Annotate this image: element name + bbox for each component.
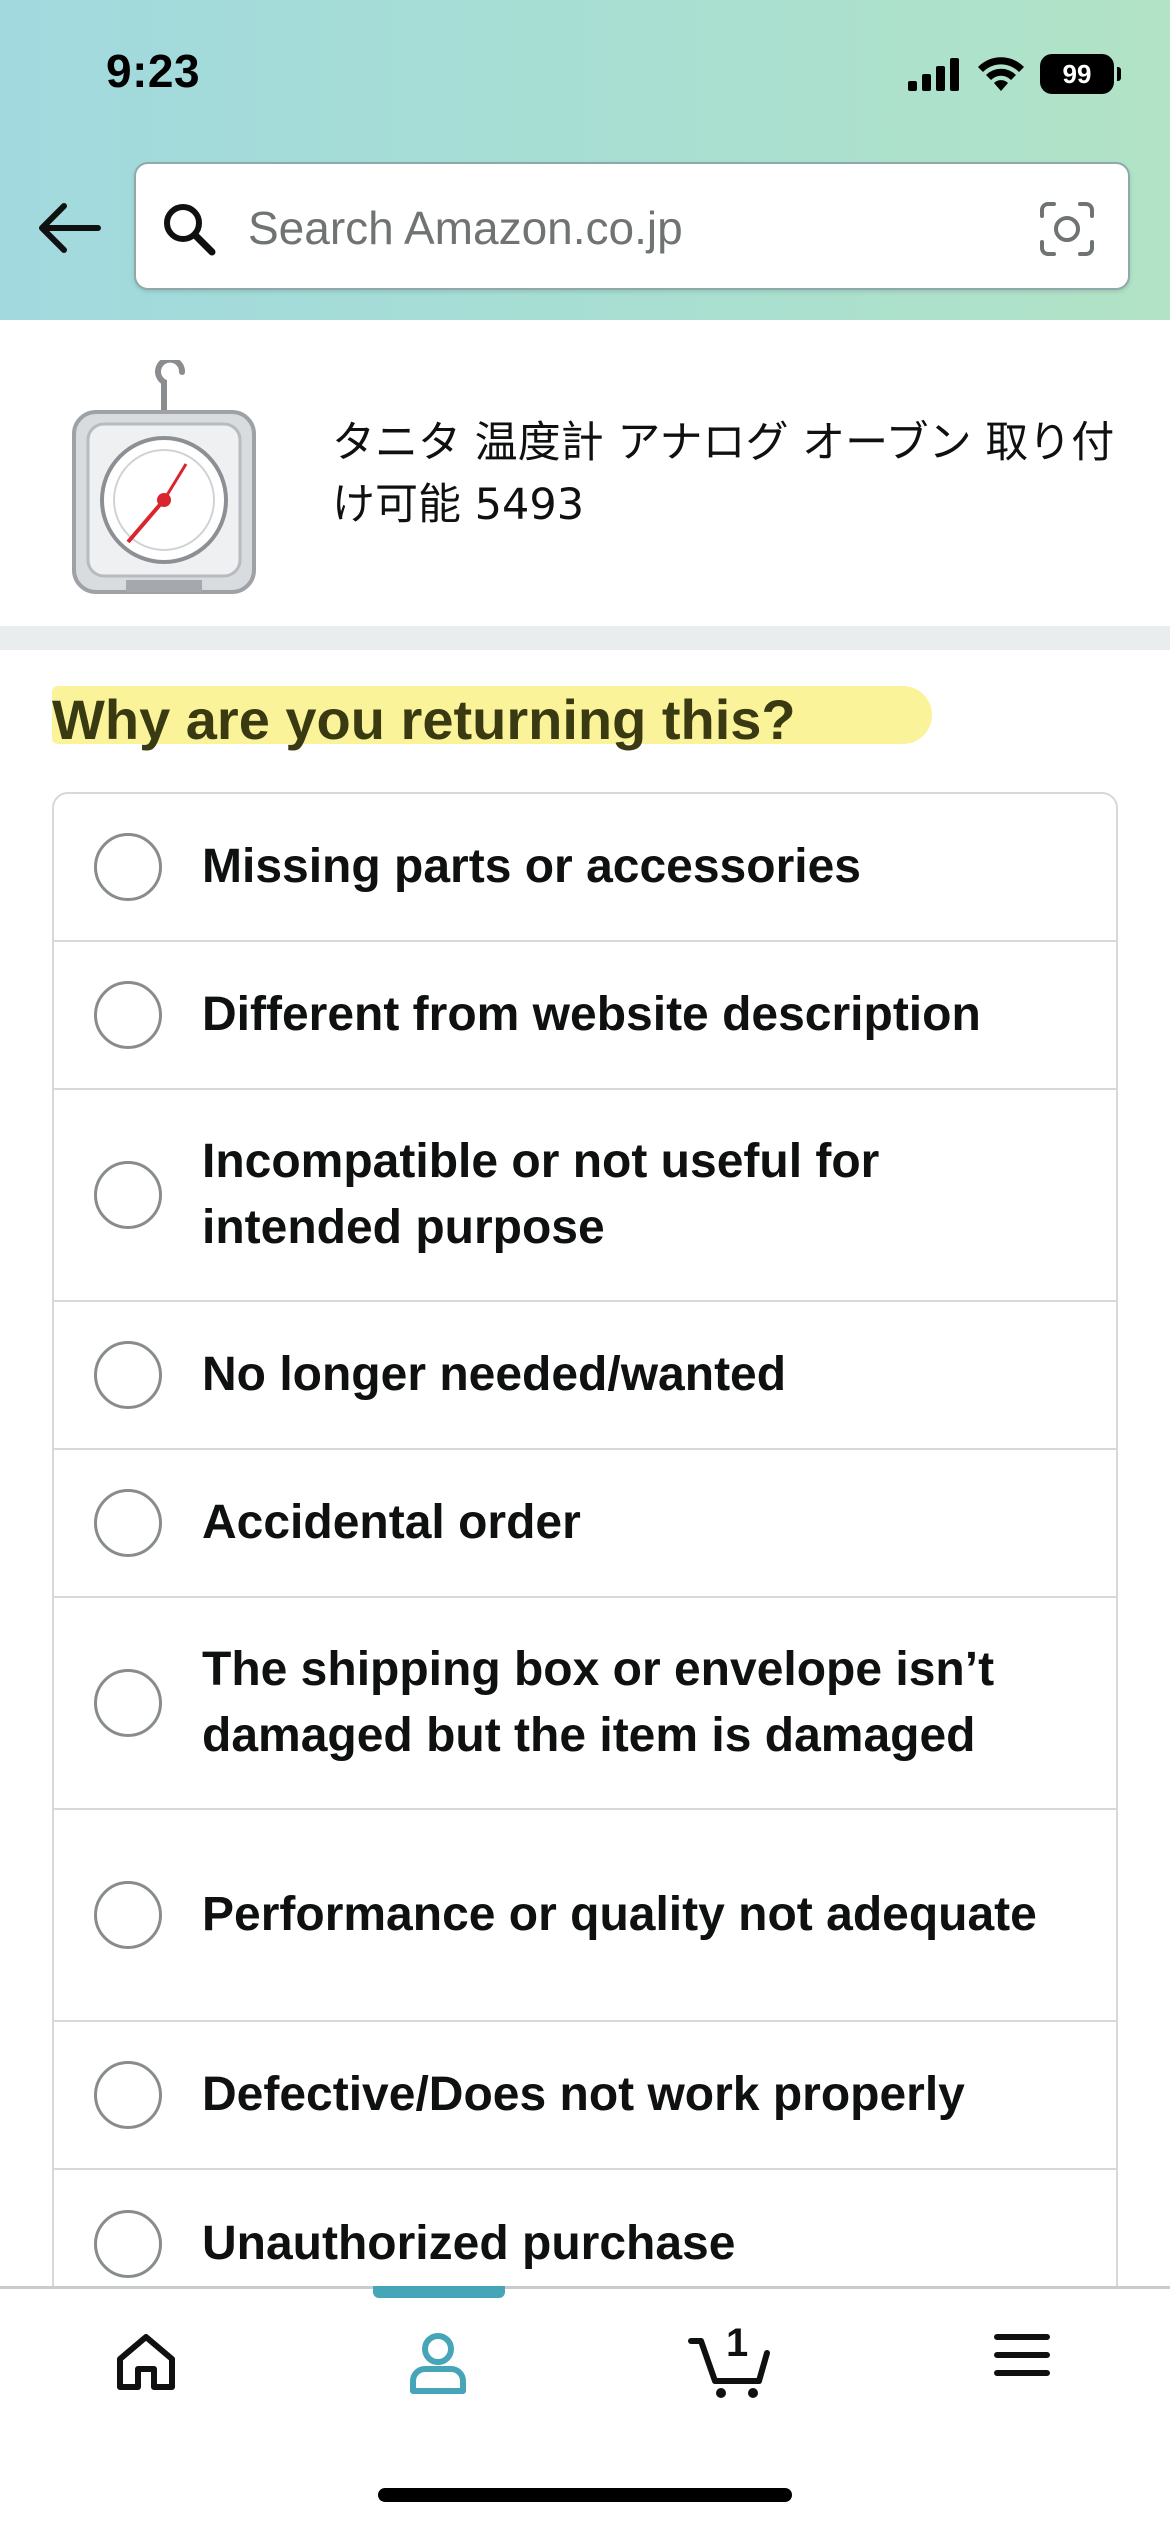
reason-option[interactable]: Accidental order xyxy=(54,1450,1116,1598)
oven-thermometer-image xyxy=(72,360,256,594)
radio-button[interactable] xyxy=(94,1489,162,1557)
radio-button[interactable] xyxy=(94,1881,162,1949)
reason-label: No longer needed/wanted xyxy=(202,1348,787,1401)
reason-option[interactable]: No longer needed/wanted xyxy=(54,1302,1116,1450)
person-icon xyxy=(410,2333,466,2394)
home-indicator xyxy=(378,2488,792,2502)
reason-label: Unauthorized purchase xyxy=(202,2217,736,2270)
reason-label: Incompatible or not useful for intended … xyxy=(202,1135,880,1254)
battery-level: 99 xyxy=(1062,58,1092,89)
reason-label: The shipping box or envelope isn’t damag… xyxy=(202,1643,995,1762)
reason-option[interactable]: Missing parts or accessories xyxy=(54,794,1116,942)
status-time: 9:23 xyxy=(106,45,201,97)
product-title: タニタ 温度計 アナログ オーブン 取り付け可能 5493 xyxy=(332,418,1115,530)
cart-count-badge: 1 xyxy=(726,2321,749,2365)
question-heading-wrap: Why are you returning this? xyxy=(52,682,932,758)
home-icon xyxy=(117,2334,175,2390)
question-heading: Why are you returning this? xyxy=(52,688,796,751)
arrow-left-icon[interactable] xyxy=(34,198,104,258)
status-icons: 99 xyxy=(908,52,1121,96)
nav-home[interactable] xyxy=(0,2289,292,2419)
reason-option[interactable]: Performance or quality not adequate xyxy=(54,1810,1116,2022)
product-summary: タニタ 温度計 アナログ オーブン 取り付け可能 5493 xyxy=(0,320,1170,626)
wifi-icon xyxy=(978,57,1024,91)
battery-indicator: 99 xyxy=(1040,54,1121,94)
nav-menu[interactable] xyxy=(876,2289,1168,2419)
radio-button[interactable] xyxy=(94,1161,162,1229)
reason-label: Different from website description xyxy=(202,988,981,1041)
radio-button[interactable] xyxy=(94,981,162,1049)
reason-label: Accidental order xyxy=(202,1496,581,1549)
radio-button[interactable] xyxy=(94,2061,162,2129)
nav-account[interactable] xyxy=(292,2289,584,2419)
hamburger-menu-icon xyxy=(994,2334,1050,2376)
reason-label: Missing parts or accessories xyxy=(202,840,861,893)
section-divider xyxy=(0,626,1170,650)
reason-option[interactable]: The shipping box or envelope isn’t damag… xyxy=(54,1598,1116,1810)
reason-label: Performance or quality not adequate xyxy=(202,1888,1037,1941)
reason-label: Defective/Does not work properly xyxy=(202,2068,965,2121)
header: 9:23 99 xyxy=(0,0,1170,320)
search-icon xyxy=(164,204,216,256)
camera-scan-icon[interactable] xyxy=(1038,200,1096,258)
search-bar[interactable] xyxy=(134,162,1130,290)
radio-button[interactable] xyxy=(94,1669,162,1737)
reason-option[interactable]: Defective/Does not work properly xyxy=(54,2022,1116,2170)
reason-option[interactable]: Incompatible or not useful for intended … xyxy=(54,1090,1116,1302)
return-reason-list: Missing parts or accessories Different f… xyxy=(52,792,1118,2320)
search-input[interactable] xyxy=(246,184,1010,272)
radio-button[interactable] xyxy=(94,833,162,901)
radio-button[interactable] xyxy=(94,1341,162,1409)
reason-option[interactable]: Different from website description xyxy=(54,942,1116,1090)
cellular-signal-icon xyxy=(908,58,959,91)
radio-button[interactable] xyxy=(94,2210,162,2278)
